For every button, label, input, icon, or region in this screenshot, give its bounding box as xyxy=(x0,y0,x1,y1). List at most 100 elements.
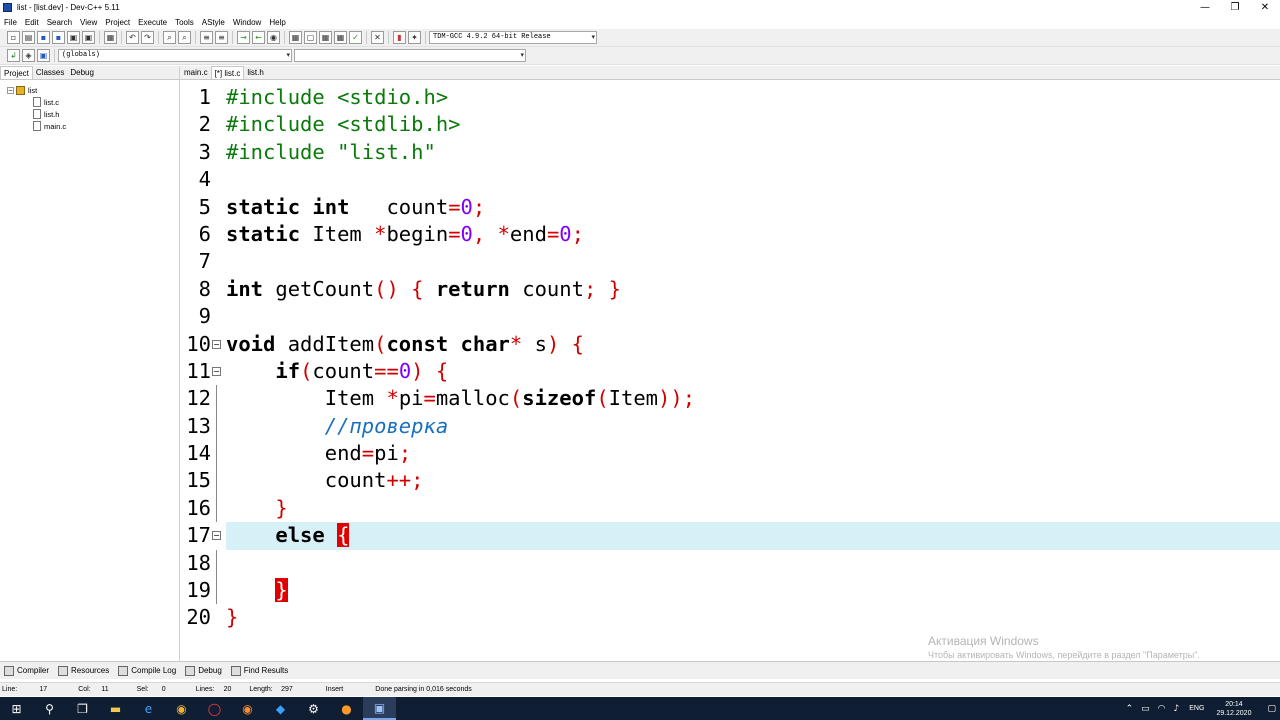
battery-icon[interactable]: ▭ xyxy=(1141,704,1150,714)
task-view-icon[interactable]: ❐ xyxy=(66,697,99,720)
new-file-icon[interactable]: ▫ xyxy=(7,31,20,44)
fold-collapse-icon[interactable]: − xyxy=(212,531,221,541)
menu-window[interactable]: Window xyxy=(229,18,265,27)
tab-project[interactable]: Project xyxy=(0,66,33,79)
menu-execute[interactable]: Execute xyxy=(134,18,171,27)
app-orange-icon[interactable]: ● xyxy=(330,697,363,720)
find-icon[interactable]: ⌕ xyxy=(163,31,176,44)
back-icon[interactable]: ← xyxy=(252,31,265,44)
opera-browser-icon[interactable]: ◯ xyxy=(198,697,231,720)
minimize-button[interactable]: — xyxy=(1190,0,1220,15)
maximize-button[interactable]: ❐ xyxy=(1220,0,1250,15)
tab-resources[interactable]: Resources xyxy=(58,665,109,676)
menu-project[interactable]: Project xyxy=(101,18,134,27)
tree-file-item[interactable]: main.c xyxy=(0,120,179,132)
tab-classes[interactable]: Classes xyxy=(33,66,67,79)
goto-bookmark-icon[interactable]: ▣ xyxy=(37,49,50,62)
identifier: pi xyxy=(374,441,399,466)
notifications-icon[interactable]: ▢ xyxy=(1267,704,1276,714)
line-number: 10 xyxy=(186,331,211,356)
tab-debug[interactable]: Debug xyxy=(67,66,97,79)
tab-list-h[interactable]: list.h xyxy=(244,66,266,79)
function-select[interactable]: ▾ xyxy=(294,49,526,62)
tab-list-c[interactable]: [*] list.c xyxy=(210,66,245,79)
project-name: list xyxy=(28,85,38,95)
close-file-icon[interactable]: ▣ xyxy=(67,31,80,44)
menu-file[interactable]: File xyxy=(0,18,21,27)
indent-icon[interactable]: ≡ xyxy=(200,31,213,44)
code-editor[interactable]: main.c [*] list.c list.h 1 #include <stdi… xyxy=(180,66,1280,661)
stop-icon[interactable]: ✕ xyxy=(371,31,384,44)
symbol: ; xyxy=(682,386,696,411)
symbol: } xyxy=(275,495,288,520)
menu-tools[interactable]: Tools xyxy=(171,18,198,27)
fold-collapse-icon[interactable]: − xyxy=(212,339,221,349)
symbol: ( xyxy=(374,331,387,356)
windows-start-icon[interactable]: ⊞ xyxy=(0,697,33,720)
bookmark-icon[interactable]: ◉ xyxy=(267,31,280,44)
close-button[interactable]: ✕ xyxy=(1250,0,1280,15)
file-explorer-icon[interactable]: ▬ xyxy=(99,697,132,720)
tree-file-item[interactable]: list.c xyxy=(0,96,179,108)
tab-compiler[interactable]: Compiler xyxy=(4,665,49,676)
close-all-icon[interactable]: ▣ xyxy=(82,31,95,44)
undo-icon[interactable]: ↶ xyxy=(126,31,139,44)
line-number: 5 xyxy=(198,194,211,219)
fold-guide xyxy=(216,467,217,495)
identifier: begin xyxy=(386,221,449,246)
menu-astyle[interactable]: AStyle xyxy=(198,18,229,27)
keyword: static xyxy=(226,221,301,246)
save-all-icon[interactable]: ▪ xyxy=(52,31,65,44)
output-tabs: Compiler Resources Compile Log Debug Fin… xyxy=(0,661,1280,679)
identifier: count xyxy=(324,468,387,493)
compiler-select[interactable]: TDM-GCC 4.9.2 64-bit Release ▾ xyxy=(429,31,597,44)
tree-project-node[interactable]: − list xyxy=(0,84,179,96)
tab-find-results[interactable]: Find Results xyxy=(230,665,288,676)
tree-file-item[interactable]: list.h xyxy=(0,108,179,120)
scope-select[interactable]: (globals) ▾ xyxy=(58,49,292,62)
menu-help[interactable]: Help xyxy=(265,18,289,27)
clock[interactable]: 20:14 29.12.2020 xyxy=(1216,700,1251,718)
compile-icon[interactable]: ▦ xyxy=(289,31,302,44)
insert-icon[interactable]: ↲ xyxy=(7,49,20,62)
collapse-icon[interactable]: − xyxy=(7,86,14,94)
menu-search[interactable]: Search xyxy=(43,18,76,27)
profile-icon[interactable]: ▮ xyxy=(393,31,406,44)
menu-edit[interactable]: Edit xyxy=(21,18,43,27)
code-line: 10− void addItem(const char* s) { xyxy=(186,331,1280,358)
network-icon[interactable]: ◠ xyxy=(1158,704,1166,714)
chevron-up-icon[interactable]: ⌃ xyxy=(1126,704,1134,714)
tab-label: Debug xyxy=(198,666,222,675)
run-icon[interactable]: ▢ xyxy=(304,31,317,44)
tab-debug-output[interactable]: Debug xyxy=(185,665,222,676)
menu-view[interactable]: View xyxy=(76,18,101,27)
unindent-icon[interactable]: ≡ xyxy=(215,31,228,44)
check-syntax-icon[interactable]: ✓ xyxy=(349,31,362,44)
edge-browser-icon[interactable]: e xyxy=(132,697,165,720)
replace-icon[interactable]: ⌕ xyxy=(178,31,191,44)
goto-line-icon[interactable]: → xyxy=(237,31,250,44)
devcpp-taskbar-icon[interactable]: ▣ xyxy=(363,697,396,720)
redo-icon[interactable]: ↷ xyxy=(141,31,154,44)
fold-collapse-icon[interactable]: − xyxy=(212,366,221,376)
language-indicator[interactable]: ENG xyxy=(1189,705,1204,712)
save-icon[interactable]: ▪ xyxy=(37,31,50,44)
chrome-browser-icon[interactable]: ◉ xyxy=(165,697,198,720)
tab-compile-log[interactable]: Compile Log xyxy=(118,665,176,676)
keyword: static xyxy=(226,194,301,219)
firefox-browser-icon[interactable]: ◉ xyxy=(231,697,264,720)
volume-icon[interactable]: ♪ xyxy=(1174,704,1180,714)
rebuild-icon[interactable]: ▦ xyxy=(334,31,347,44)
status-bar: Line: 17 Col: 11 Sel: 0 Lines: 20 Length: 297… xyxy=(0,682,1280,696)
debug-icon[interactable]: ✦ xyxy=(408,31,421,44)
code-area[interactable]: 1 #include <stdio.h> 2 #include <stdlib.h>… xyxy=(186,84,1280,632)
open-file-icon[interactable]: ▤ xyxy=(22,31,35,44)
print-icon[interactable]: ▦ xyxy=(104,31,117,44)
compile-run-icon[interactable]: ▦ xyxy=(319,31,332,44)
tab-main-c[interactable]: main.c xyxy=(181,66,211,79)
settings-gear-icon[interactable]: ⚙ xyxy=(297,697,330,720)
code-line: 4 xyxy=(199,166,1280,193)
search-icon[interactable]: ⚲ xyxy=(33,697,66,720)
vscode-icon[interactable]: ◆ xyxy=(264,697,297,720)
toggle-bookmark-icon[interactable]: ◈ xyxy=(22,49,35,62)
